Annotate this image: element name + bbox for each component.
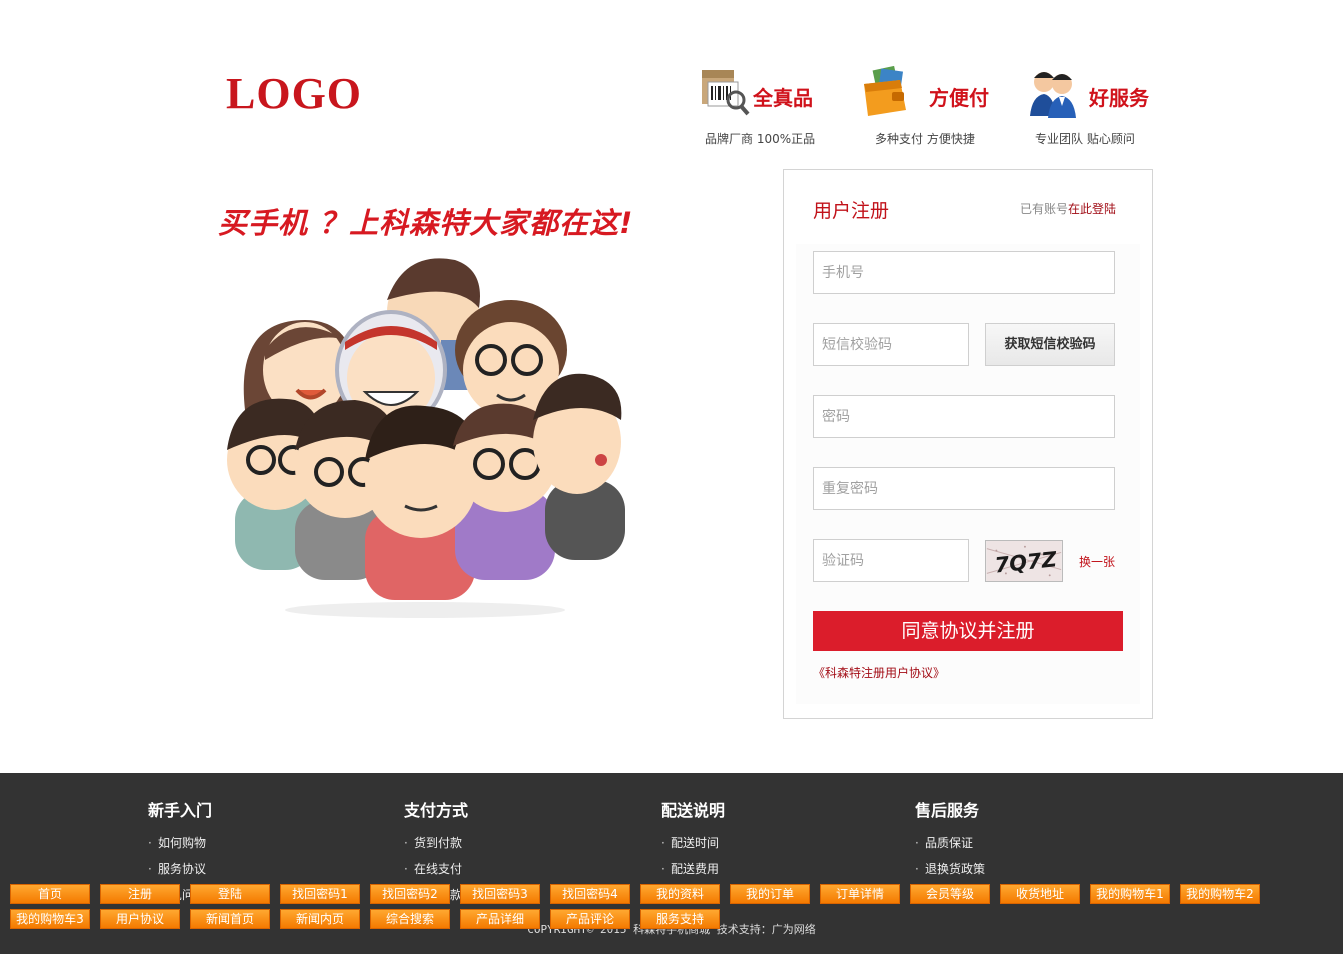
feature-subtitle: 专业团队 贴心顾问 bbox=[1035, 132, 1135, 146]
footer-link[interactable]: 配送时间 bbox=[661, 830, 725, 856]
cartoon-crowd-illustration bbox=[227, 258, 625, 618]
feature-service: 好服务 专业团队 贴心顾问 bbox=[1028, 66, 1198, 156]
barcode-box-icon bbox=[702, 70, 750, 116]
nav-button[interactable]: 我的资料 bbox=[640, 884, 720, 904]
nav-button[interactable]: 注册 bbox=[100, 884, 180, 904]
logo[interactable]: LOGO bbox=[226, 68, 362, 119]
register-panel: 用户注册 已有账号在此登陆 获取短信校验码 7Q7Z 换一张 同意协议并注册 《… bbox=[783, 169, 1153, 719]
captcha-input[interactable] bbox=[813, 539, 969, 582]
footer-link[interactable]: 如何购物 bbox=[148, 830, 212, 856]
nav-button[interactable]: 收货地址 bbox=[1000, 884, 1080, 904]
nav-button[interactable]: 用户协议 bbox=[100, 909, 180, 929]
repeat-password-input[interactable] bbox=[813, 467, 1115, 510]
nav-button[interactable]: 找回密码1 bbox=[280, 884, 360, 904]
feature-title: 方便付 bbox=[929, 86, 989, 110]
feature-title: 好服务 bbox=[1089, 86, 1149, 110]
login-prompt: 已有账号在此登陆 bbox=[1020, 200, 1116, 217]
register-submit-button[interactable]: 同意协议并注册 bbox=[813, 611, 1123, 651]
page-nav-row-1: 首页 注册 登陆 找回密码1 找回密码2 找回密码3 找回密码4 我的资料 我的… bbox=[10, 884, 1340, 906]
footer-column-title: 配送说明 bbox=[661, 801, 726, 820]
nav-button[interactable]: 会员等级 bbox=[910, 884, 990, 904]
nav-button[interactable]: 找回密码2 bbox=[370, 884, 450, 904]
hero-slogan: 买手机 ？上科森特大家都在这! bbox=[218, 206, 634, 240]
footer-link[interactable]: 配送费用 bbox=[661, 856, 725, 882]
password-input[interactable] bbox=[813, 395, 1115, 438]
have-account-text: 已有账号 bbox=[1019, 202, 1068, 216]
nav-button[interactable]: 我的购物车1 bbox=[1090, 884, 1170, 904]
sms-code-input[interactable] bbox=[813, 323, 969, 366]
feature-subtitle: 品牌厂商 100%正品 bbox=[705, 132, 816, 146]
page-nav-row-2: 我的购物车3 用户协议 新闻首页 新闻内页 综合搜索 产品详细 产品评论 服务支… bbox=[10, 909, 1340, 931]
nav-button[interactable]: 我的购物车2 bbox=[1180, 884, 1260, 904]
nav-button[interactable]: 订单详情 bbox=[820, 884, 900, 904]
footer-link[interactable]: 货到付款 bbox=[404, 830, 468, 856]
footer-column-title: 售后服务 bbox=[915, 801, 980, 820]
footer-link[interactable]: 在线支付 bbox=[404, 856, 468, 882]
user-agreement-link[interactable]: 《科森特注册用户协议》 bbox=[813, 664, 945, 681]
get-sms-code-button[interactable]: 获取短信校验码 bbox=[985, 323, 1115, 366]
captcha-image[interactable]: 7Q7Z bbox=[985, 540, 1063, 582]
nav-button[interactable]: 找回密码4 bbox=[550, 884, 630, 904]
captcha-refresh-link[interactable]: 换一张 bbox=[1079, 553, 1115, 570]
nav-button[interactable]: 首页 bbox=[10, 884, 90, 904]
phone-input[interactable] bbox=[813, 251, 1115, 294]
feature-subtitle: 多种支付 方便快捷 bbox=[875, 132, 975, 146]
service-team-icon bbox=[1030, 72, 1076, 118]
feature-payment: 方便付 多种支付 方便快捷 bbox=[860, 66, 1030, 156]
nav-button[interactable]: 我的订单 bbox=[730, 884, 810, 904]
nav-button[interactable]: 找回密码3 bbox=[460, 884, 540, 904]
feature-title: 全真品 bbox=[753, 86, 813, 110]
footer-link[interactable]: 服务协议 bbox=[148, 856, 212, 882]
nav-button[interactable]: 我的购物车3 bbox=[10, 909, 90, 929]
wallet-icon bbox=[864, 66, 906, 116]
footer-column-title: 支付方式 bbox=[404, 801, 469, 820]
login-link[interactable]: 在此登陆 bbox=[1068, 202, 1116, 216]
register-title: 用户注册 bbox=[813, 200, 890, 222]
nav-button[interactable]: 综合搜索 bbox=[370, 909, 450, 929]
nav-button[interactable]: 登陆 bbox=[190, 884, 270, 904]
nav-button[interactable]: 产品详细 bbox=[460, 909, 540, 929]
person-front-5 bbox=[533, 373, 622, 494]
nav-button[interactable]: 新闻首页 bbox=[190, 909, 270, 929]
nav-button[interactable]: 产品评论 bbox=[550, 909, 630, 929]
nav-button[interactable]: 新闻内页 bbox=[280, 909, 360, 929]
footer-column-title: 新手入门 bbox=[148, 801, 213, 820]
footer-link[interactable]: 退换货政策 bbox=[915, 856, 985, 882]
feature-genuine: 全真品 品牌厂商 100%正品 bbox=[700, 66, 870, 156]
nav-button[interactable]: 服务支持 bbox=[640, 909, 720, 929]
footer-link[interactable]: 品质保证 bbox=[915, 830, 985, 856]
